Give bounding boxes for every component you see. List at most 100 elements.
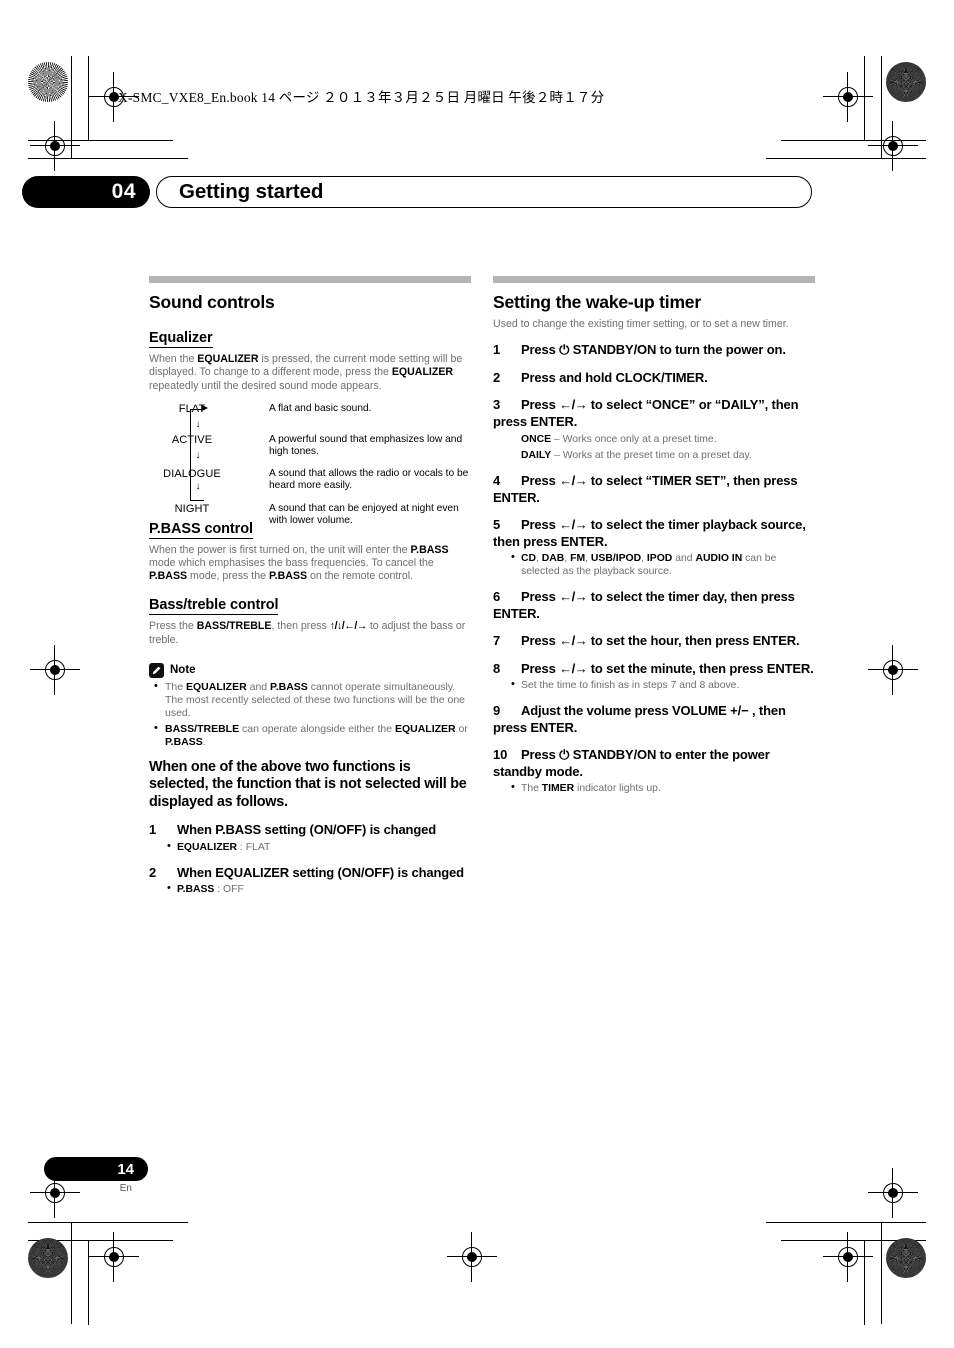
step-text: Adjust the volume press VOLUME +/− , the… [493,703,786,735]
crosshair-registration-mark [30,645,80,695]
star-registration-mark [886,1238,926,1278]
star-registration-mark [28,62,68,102]
step-number: 2 [493,369,501,385]
star-registration-mark [886,62,926,102]
step-8-note-list: Set the time to finish as in steps 7 and… [493,678,815,692]
eq-mode-name: NIGHT [174,502,210,515]
eq-mode-desc: A powerful sound that emphasizes low and… [269,433,463,457]
page-language-label: En [119,1183,132,1194]
crosshair-registration-mark [868,1168,918,1218]
crop-line [71,1222,73,1324]
equalizer-intro-paragraph: When the EQUALIZER is pressed, the curre… [149,353,463,392]
down-arrow-icon: ↓ [195,449,201,461]
chapter-number-badge: 04 [22,176,150,208]
crop-line [881,1222,883,1324]
section-title-wake-up-timer: Setting the wake-up timer [493,292,701,312]
note-item: BASS/TREBLE can operate alongside either… [154,722,471,749]
timer-step-1: 1 Press ⏻ STANDBY/ON to turn the power on… [493,342,786,358]
left-step-1-bullets: EQUALIZER : FLAT [149,840,471,854]
subheading-bass-treble-control: Bass/treble control [149,597,279,616]
crosshair-registration-mark [447,1232,497,1282]
step-number: 6 [493,589,501,605]
step-number: 9 [493,703,501,719]
eq-mode-name: ACTIVE [171,433,213,446]
eq-mode-desc: A flat and basic sound. [269,402,372,414]
step-number: 7 [493,633,501,649]
step-number: 3 [493,397,501,413]
timer-step-2: 2 Press and hold CLOCK/TIMER. [493,370,815,387]
note-header: Note [149,662,471,678]
step-bullet: The TIMER indicator lights up. [511,781,815,795]
step-number: 8 [493,660,501,676]
left-step-1: 1 When P.BASS setting (ON/OFF) is changed [149,822,471,839]
crop-line [766,1222,926,1224]
down-arrow-icon: ↓ [195,480,201,492]
step-10-note-list: The TIMER indicator lights up. [493,781,815,795]
eq-mode-desc: A sound that allows the radio or vocals … [269,467,469,491]
left-right-arrows-icon: ←/→ [559,589,588,605]
step-bullet: CD, DAB, FM, USB/IPOD, IPOD and AUDIO IN… [511,551,815,578]
step-text: Press and hold CLOCK/TIMER. [521,369,708,385]
crop-line [28,1222,188,1224]
left-right-arrows-icon: ←/→ [559,633,588,649]
standby-power-icon: ⏻ [559,747,570,763]
timer-step-7: 7 Press ←/→ to set the hour, then press E… [493,633,800,649]
eq-mode-desc: A sound that can be enjoyed at night eve… [269,502,459,526]
step-number: 10 [493,747,508,763]
functions-lead-paragraph: When one of the above two functions is s… [149,758,467,810]
pencil-icon [149,662,164,678]
timer-step-4: 4 Press ←/→ to select “TIMER SET”, then p… [493,473,798,505]
left-step-2: 2 When EQUALIZER setting (ON/OFF) is chan… [149,865,471,882]
right-column: Setting the wake-up timer Used to change… [493,276,815,795]
step-number: 1 [149,822,157,838]
left-right-arrows-icon: ←/→ [559,397,588,413]
crosshair-registration-mark [868,121,918,171]
pbass-paragraph: When the power is first turned on, the u… [149,543,449,583]
crosshair-registration-mark [823,72,873,122]
crop-line [88,56,90,141]
step-number: 4 [493,473,501,489]
note-title: Note [170,664,196,677]
subheading-equalizer: Equalizer [149,330,213,349]
note-item: The EQUALIZER and P.BASS cannot operate … [154,680,471,720]
section-rule [493,276,815,283]
eq-mode-name: FLAT [178,402,206,415]
crop-line [88,1240,90,1325]
left-right-arrows-icon: ←/→ [559,517,588,533]
step-number: 5 [493,517,501,533]
crosshair-registration-mark [868,645,918,695]
timer-step-6: 6 Press ←/→ to select the timer day, then… [493,589,795,621]
star-registration-mark [28,1238,68,1278]
crosshair-registration-mark [89,1232,139,1282]
wake-up-timer-intro: Used to change the existing timer settin… [493,318,789,331]
left-step-2-bullets: P.BASS : OFF [149,882,471,896]
timer-step-10: 10 Press ⏻ STANDBY/ON to enter the power … [493,747,770,779]
step-text: When EQUALIZER setting (ON/OFF) is chang… [177,864,464,880]
left-right-arrows-icon: ←/→ [559,660,588,676]
standby-power-icon: ⏻ [559,342,570,358]
eq-mode-name: DIALOGUE [163,467,221,480]
timer-step-8: 8 Press ←/→ to set the minute, then press… [493,660,814,676]
step-bullet: Set the time to finish as in steps 7 and… [511,678,815,692]
daily-definition: DAILY – Works at the preset time on a pr… [521,450,752,462]
timer-step-9: 9 Adjust the volume press VOLUME +/− , th… [493,703,815,736]
playback-source-list: CD, DAB, FM, USB/IPOD, IPOD and AUDIO IN… [493,551,815,578]
bass-treble-paragraph: Press the BASS/TREBLE, then press ↑/↓/←/… [149,620,466,646]
book-file-header: X-SMC_VXE8_En.book 14 ページ ２０１３年３月２５日 月曜日… [118,90,605,105]
note-list: The EQUALIZER and P.BASS cannot operate … [149,680,471,749]
direction-arrows-icon: ↑/↓/←/→ [329,620,368,633]
page-number-badge: 14 [44,1157,148,1181]
step-number: 1 [493,342,501,358]
step-bullet: EQUALIZER : FLAT [167,840,471,854]
timer-step-5: 5 Press ←/→ to select the timer playback … [493,517,806,549]
section-rule [149,276,471,283]
step-number: 2 [149,864,157,880]
left-right-arrows-icon: ←/→ [559,473,588,489]
step-text: When P.BASS setting (ON/OFF) is changed [177,822,436,838]
equalizer-mode-cycle-diagram: FLAT A flat and basic sound. ↓ ACTIVE A … [149,402,471,526]
page-title: Getting started [156,176,812,208]
crosshair-registration-mark [823,1232,873,1282]
crosshair-registration-mark [30,121,80,171]
left-column: Sound controls Equalizer When the EQUALI… [149,276,471,896]
step-bullet: P.BASS : OFF [167,882,471,896]
